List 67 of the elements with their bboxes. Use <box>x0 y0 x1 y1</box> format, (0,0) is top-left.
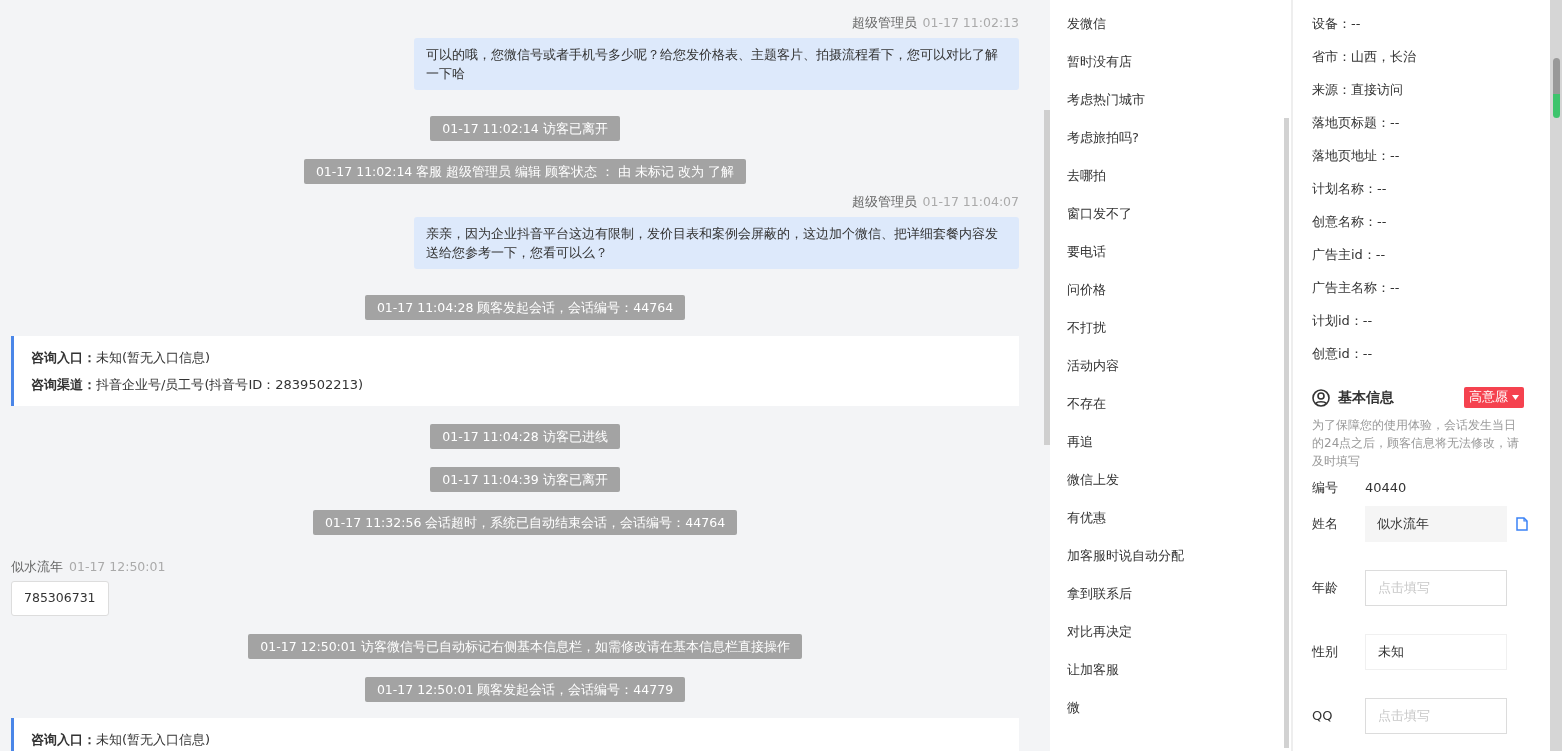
scrollbar-thumb[interactable] <box>1553 58 1560 118</box>
info-row-text: 创意id：-- <box>1312 345 1374 363</box>
system-notice: 01-17 11:32:56 会话超时，系统已自动结束会话，会话编号：44764 <box>312 509 738 535</box>
quick-reply-item[interactable]: 让加客服 <box>1067 660 1291 698</box>
name-field[interactable]: 似水流年 <box>1365 505 1507 542</box>
copy-icon[interactable] <box>1516 516 1528 531</box>
consult-line: 咨询渠道：抖音企业号/员工号(抖音号ID：2839502213) <box>31 375 365 394</box>
quick-reply-item[interactable]: 对比再决定 <box>1067 622 1291 660</box>
quick-reply-item[interactable]: 有优惠 <box>1067 508 1291 546</box>
caret-icon <box>1512 395 1519 401</box>
info-row-text: 广告主名称：-- <box>1312 279 1401 297</box>
quick-reply-item[interactable]: 去哪拍 <box>1067 166 1291 204</box>
notice-text: 为了保障您的使用体验，会话发生当日的24点之后，顾客信息将无法修改，请及时填写 <box>1312 417 1521 470</box>
quick-reply-item[interactable]: 活动内容 <box>1067 356 1291 394</box>
field-label: QQ <box>1312 706 1334 725</box>
select-field[interactable]: 未知 <box>1365 633 1507 670</box>
field-label: 年龄 <box>1312 578 1339 597</box>
quick-reply-item[interactable]: 微 <box>1067 698 1291 736</box>
sender-name: 超级管理员 <box>851 15 917 30</box>
message-time: 01-17 11:04:07 <box>922 193 1019 209</box>
system-notice: 01-17 12:50:01 顾客发起会话，会话编号：44779 <box>364 677 686 702</box>
quick-reply-item[interactable]: 问价格 <box>1067 280 1291 318</box>
message-time: 01-17 12:50:01 <box>69 558 166 574</box>
info-row-text: 设备：-- <box>1312 15 1362 33</box>
quick-reply-item[interactable]: 加客服时说自动分配 <box>1067 546 1291 584</box>
user-circle-icon <box>1312 388 1330 407</box>
consult-line: 咨询入口：未知(暂无入口信息) <box>31 731 212 749</box>
quick-reply-item[interactable]: 要电话 <box>1067 242 1291 280</box>
info-row-text: 落地页地址：-- <box>1312 147 1401 165</box>
message-time: 01-17 11:02:13 <box>922 15 1019 30</box>
system-notice: 01-17 12:50:01 访客微信号已自动标记右侧基本信息栏，如需修改请在基本信息栏直接操作 <box>248 634 802 659</box>
info-row-text: 广告主id：-- <box>1312 246 1387 264</box>
quick-reply-item[interactable]: 发微信 <box>1067 14 1291 52</box>
section-title: 基本信息 <box>1338 388 1394 407</box>
message-bubble: 785306731 <box>11 581 109 616</box>
info-row-text: 创意名称：-- <box>1312 213 1388 231</box>
info-row-text: 省市：山西，长治 <box>1312 48 1417 66</box>
info-row-text: 来源：直接访问 <box>1312 81 1404 99</box>
system-notice: 01-17 11:02:14 客服 超级管理员 编辑 顾客状态 ： 由 未标记 改为 了解 <box>303 158 747 184</box>
info-row-text: 计划名称：-- <box>1312 180 1388 198</box>
system-notice: 01-17 11:04:39 访客已离开 <box>430 466 620 492</box>
sender-name: 似水流年 <box>11 558 63 574</box>
info-row-text: 落地页标题：-- <box>1312 114 1401 132</box>
field-value: 40440 <box>1365 479 1408 497</box>
field-label: 姓名 <box>1312 514 1339 533</box>
scrollbar[interactable] <box>1284 118 1289 748</box>
intent-tag[interactable]: 高意愿 <box>1464 387 1524 408</box>
system-notice: 01-17 11:04:28 顾客发起会话，会话编号：44764 <box>364 294 686 320</box>
quick-reply-item[interactable]: 微信上发 <box>1067 470 1291 508</box>
consult-line: 咨询入口：未知(暂无入口信息) <box>31 348 212 367</box>
quick-reply-item[interactable]: 不存在 <box>1067 394 1291 432</box>
scrollbar[interactable] <box>1044 110 1050 445</box>
quick-reply-item[interactable]: 窗口发不了 <box>1067 204 1291 242</box>
system-notice: 01-17 11:02:14 访客已离开 <box>430 115 620 141</box>
message-bubble: 亲亲，因为企业抖音平台这边有限制，发价目表和案例会屏蔽的，这边加个微信、把详细套餐内容发送给您参考一下，您看可以么？ <box>414 216 1019 269</box>
quick-reply-item[interactable]: 考虑旅拍吗? <box>1067 128 1291 166</box>
system-notice: 01-17 11:04:28 访客已进线 <box>430 423 620 449</box>
quick-reply-item[interactable]: 暂时没有店 <box>1067 52 1291 90</box>
info-row-text: 计划id：-- <box>1312 312 1374 330</box>
quick-reply-item[interactable]: 再追 <box>1067 432 1291 470</box>
quick-reply-item[interactable]: 不打扰 <box>1067 318 1291 356</box>
quick-reply-item[interactable]: 拿到联系后 <box>1067 584 1291 622</box>
message-bubble: 可以的哦，您微信号或者手机号多少呢？给您发价格表、主题客片、拍摄流程看下，您可以对比了解一下哈 <box>414 37 1019 90</box>
quick-reply-item[interactable]: 考虑热门城市 <box>1067 90 1291 128</box>
field-label: 性别 <box>1312 642 1339 661</box>
field-label: 编号 <box>1312 479 1339 497</box>
sender-name: 超级管理员 <box>851 193 917 209</box>
